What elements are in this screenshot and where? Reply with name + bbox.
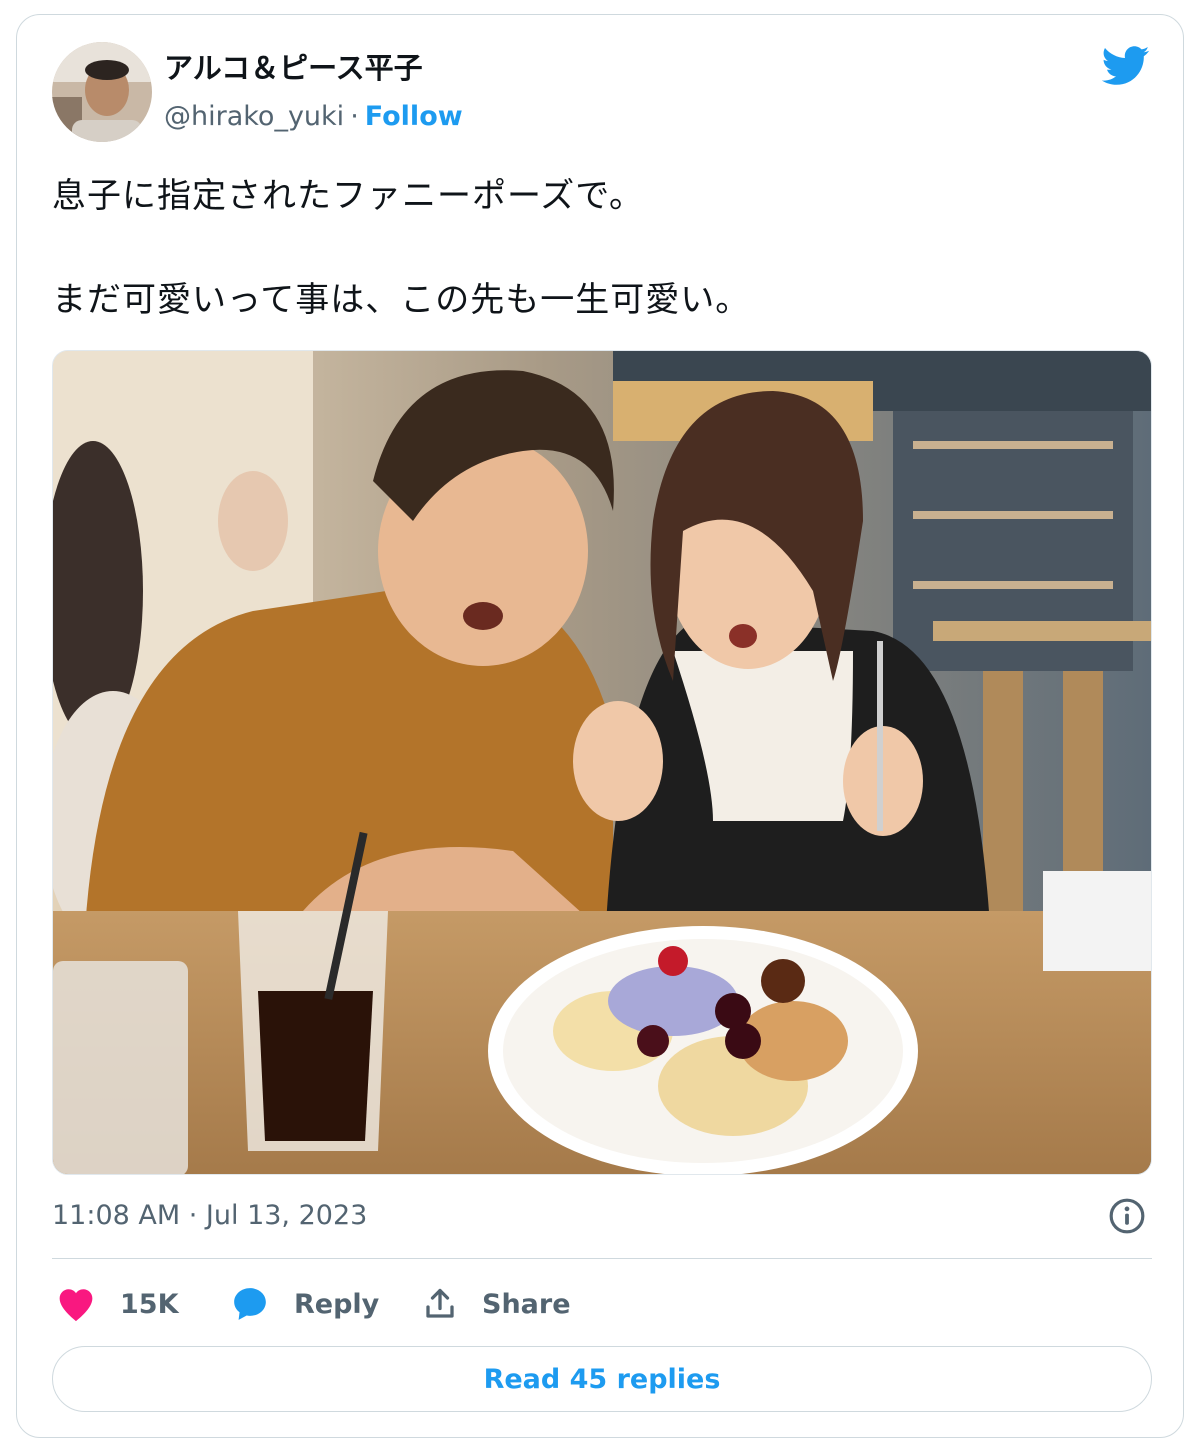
like-count: 15K xyxy=(120,1288,179,1320)
tweet-text-line-1: 息子に指定されたファニーポーズで。 xyxy=(52,176,644,216)
twitter-bird-icon[interactable] xyxy=(1102,46,1150,86)
share-upload-icon xyxy=(426,1288,454,1318)
user-handle[interactable]: @hirako_yuki xyxy=(164,101,344,132)
share-label: Share xyxy=(482,1288,571,1320)
tweet-timestamp[interactable]: 11:08 AM · Jul 13, 2023 xyxy=(52,1199,367,1233)
info-icon[interactable] xyxy=(1108,1197,1146,1235)
tweet-text-line-2: まだ可愛いって事は、この先も一生可愛い。 xyxy=(52,280,751,320)
share-button[interactable]: Share xyxy=(422,1282,571,1326)
divider xyxy=(52,1258,1152,1259)
speech-bubble-icon xyxy=(234,1288,266,1320)
handle-row: @hirako_yuki · Follow xyxy=(164,100,463,134)
separator-dot: · xyxy=(350,101,359,132)
reply-button[interactable]: Reply xyxy=(230,1282,379,1326)
follow-link[interactable]: Follow xyxy=(365,101,463,132)
display-name[interactable]: アルコ＆ピース平子 xyxy=(164,50,423,86)
read-replies-button[interactable]: Read 45 replies xyxy=(52,1346,1152,1412)
avatar[interactable] xyxy=(52,42,152,142)
heart-icon xyxy=(59,1289,93,1322)
tweet-photo[interactable] xyxy=(52,350,1152,1175)
reply-label: Reply xyxy=(294,1288,380,1320)
like-button[interactable]: 15K xyxy=(56,1282,179,1326)
